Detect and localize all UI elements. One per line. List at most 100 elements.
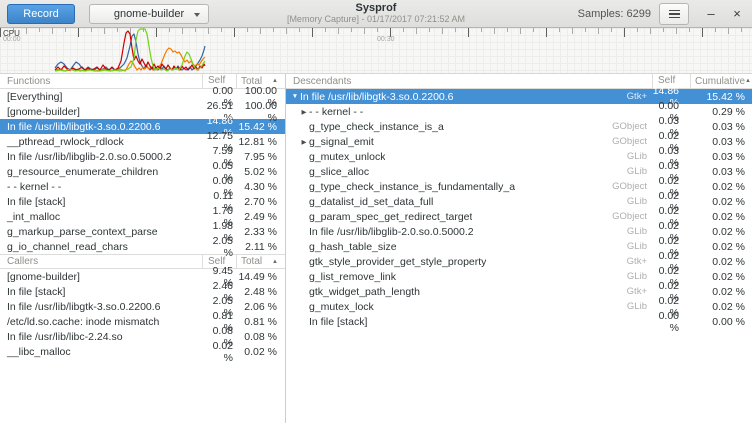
- expander-closed-icon[interactable]: ▶: [299, 138, 309, 146]
- descendant-cumulative-percent: 0.02 %: [690, 271, 752, 283]
- descendant-cumulative-percent: 0.03 %: [690, 166, 752, 178]
- function-row[interactable]: In file [stack]0.11 %2.70 %: [0, 194, 285, 209]
- cpu-timeline-graph[interactable]: CPU 00:0000:30: [0, 28, 752, 74]
- library-badge: GLib: [627, 226, 652, 237]
- callers-column-header[interactable]: Callers: [0, 256, 202, 267]
- descendant-name: g_list_remove_link: [309, 271, 396, 283]
- descendant-name: g_type_check_instance_is_a: [309, 121, 444, 133]
- function-row[interactable]: __pthread_rwlock_rdlock12.75 %12.81 %: [0, 134, 285, 149]
- function-row-name: _int_malloc: [0, 211, 202, 223]
- caller-row[interactable]: In file [stack]2.46 %2.48 %: [0, 284, 285, 299]
- function-row-name: [gnome-builder]: [0, 106, 202, 118]
- function-row-total-percent: 12.81 %: [236, 136, 285, 148]
- expander-closed-icon[interactable]: ▶: [299, 108, 309, 116]
- caller-row-name: In file /usr/lib/libc-2.24.so: [0, 331, 202, 343]
- descendant-cell: g_list_remove_linkGLib: [286, 271, 652, 283]
- menu-button[interactable]: [659, 3, 689, 25]
- function-row-name: g_io_channel_read_chars: [0, 241, 202, 253]
- callers-total-column-header[interactable]: Total ▲: [236, 255, 285, 268]
- descendant-cumulative-percent: 0.02 %: [690, 286, 752, 298]
- descendant-name: g_mutex_unlock: [309, 151, 385, 163]
- function-row[interactable]: g_io_channel_read_chars2.05 %2.11 %: [0, 239, 285, 254]
- caller-row-name: In file /usr/lib/libgtk-3.so.0.2200.6: [0, 301, 202, 313]
- caller-row[interactable]: In file /usr/lib/libc-2.24.so0.08 %0.08 …: [0, 329, 285, 344]
- record-button[interactable]: Record: [7, 4, 75, 24]
- descendant-self-percent: 0.00 %: [652, 310, 690, 334]
- descendant-cell: gtk_style_provider_get_style_propertyGtk…: [286, 256, 652, 268]
- descendant-cumulative-percent: 0.02 %: [690, 241, 752, 253]
- function-row-name: In file [stack]: [0, 196, 202, 208]
- descendant-name: In file [stack]: [309, 316, 367, 328]
- caller-row-name: [gnome-builder]: [0, 271, 202, 283]
- time-tick-label: 00:30: [377, 36, 395, 43]
- descendant-cell: ▶g_signal_emitGObject: [286, 136, 652, 148]
- descendant-name: g_type_check_instance_is_fundamentally_a: [309, 181, 515, 193]
- process-selector-dropdown[interactable]: gnome-builder: [89, 4, 209, 24]
- minimize-button[interactable]: –: [702, 3, 720, 25]
- caller-row-name: __libc_malloc: [0, 346, 202, 358]
- caller-row-self-percent: 0.02 %: [202, 340, 236, 364]
- callers-table-body: [gnome-builder]9.45 %14.49 %In file [sta…: [0, 269, 285, 359]
- descendant-name: g_slice_alloc: [309, 166, 369, 178]
- caller-row[interactable]: In file /usr/lib/libgtk-3.so.0.2200.6 2.0…: [0, 299, 285, 314]
- functions-column-header[interactable]: Functions: [0, 76, 202, 87]
- descendants-column-header[interactable]: Descendants: [286, 76, 652, 87]
- function-row-total-percent: 2.33 %: [236, 226, 285, 238]
- descendants-panel: Descendants Self Cumulative ▲ ▼In file /…: [286, 74, 752, 423]
- function-row[interactable]: g_resource_enumerate_children0.05 %5.02 …: [0, 164, 285, 179]
- descendant-name: g_mutex_lock: [309, 301, 374, 313]
- cpu-graph-canvas: [0, 28, 752, 74]
- caller-row-total-percent: 0.02 %: [236, 346, 285, 358]
- descendant-row[interactable]: In file [stack]0.00 %0.00 %: [286, 314, 752, 329]
- function-row-total-percent: 4.30 %: [236, 181, 285, 193]
- library-badge: GLib: [627, 166, 652, 177]
- caller-row[interactable]: [gnome-builder]9.45 %14.49 %: [0, 269, 285, 284]
- descendant-cell: g_hash_table_sizeGLib: [286, 241, 652, 253]
- function-row-name: [Everything]: [0, 91, 202, 103]
- descendant-cell: g_slice_alloc GLib: [286, 166, 652, 178]
- descendants-cumulative-column-header[interactable]: Cumulative ▲: [690, 74, 752, 88]
- expander-open-icon[interactable]: ▼: [290, 93, 300, 100]
- function-row[interactable]: [gnome-builder]26.51 %100.00 %: [0, 104, 285, 119]
- descendant-name: gtk_widget_path_length: [309, 286, 420, 298]
- caller-row[interactable]: /etc/ld.so.cache: inode mismatch0.81 %0.…: [0, 314, 285, 329]
- hamburger-icon: [669, 10, 680, 12]
- caller-row-total-percent: 0.08 %: [236, 331, 285, 343]
- function-row[interactable]: - - kernel - -0.00 %4.30 %: [0, 179, 285, 194]
- titlebar: Record gnome-builder Sysprof [Memory Cap…: [0, 0, 752, 28]
- descendant-cumulative-percent: 0.29 %: [690, 106, 752, 118]
- function-row-total-percent: 15.42 %: [236, 121, 285, 133]
- descendant-cumulative-percent: 0.02 %: [690, 256, 752, 268]
- descendant-cell: g_mutex_lockGLib: [286, 301, 652, 313]
- close-button[interactable]: ×: [728, 3, 746, 25]
- library-badge: GObject: [612, 136, 652, 147]
- function-row[interactable]: In file /usr/lib/libgtk-3.so.0.2200.614.…: [0, 119, 285, 134]
- descendant-cumulative-percent: 0.02 %: [690, 181, 752, 193]
- descendant-name: gtk_style_provider_get_style_property: [309, 256, 486, 268]
- sort-ascending-icon: ▲: [272, 259, 278, 265]
- descendant-name: g_hash_table_size: [309, 241, 397, 253]
- library-badge: Gtk+: [627, 91, 652, 102]
- library-badge: GLib: [627, 196, 652, 207]
- descendant-name: g_datalist_id_set_data_full: [309, 196, 433, 208]
- caller-row-total-percent: 2.48 %: [236, 286, 285, 298]
- function-row[interactable]: _int_malloc1.70 %2.49 %: [0, 209, 285, 224]
- function-row-total-percent: 7.95 %: [236, 151, 285, 163]
- descendant-cell: In file /usr/lib/libglib-2.0.so.0.5000.2…: [286, 226, 652, 238]
- samples-count: Samples: 6299: [578, 8, 651, 20]
- library-badge: GObject: [612, 211, 652, 222]
- caller-row-name: /etc/ld.so.cache: inode mismatch: [0, 316, 202, 328]
- function-row-name: g_markup_parse_context_parse: [0, 226, 202, 238]
- descendant-cumulative-percent: 0.02 %: [690, 226, 752, 238]
- library-badge: Gtk+: [627, 286, 652, 297]
- caller-row-total-percent: 2.06 %: [236, 301, 285, 313]
- descendant-cumulative-percent: 0.02 %: [690, 211, 752, 223]
- caller-row[interactable]: __libc_malloc0.02 %0.02 %: [0, 344, 285, 359]
- function-row[interactable]: In file /usr/lib/libglib-2.0.so.0.5000.2…: [0, 149, 285, 164]
- time-tick-label: 00:00: [3, 36, 21, 43]
- function-row-total-percent: 5.02 %: [236, 166, 285, 178]
- function-row[interactable]: g_markup_parse_context_parse1.98 %2.33 %: [0, 224, 285, 239]
- descendant-cell: g_mutex_unlockGLib: [286, 151, 652, 163]
- function-row-name: __pthread_rwlock_rdlock: [0, 136, 202, 148]
- caller-row-name: In file [stack]: [0, 286, 202, 298]
